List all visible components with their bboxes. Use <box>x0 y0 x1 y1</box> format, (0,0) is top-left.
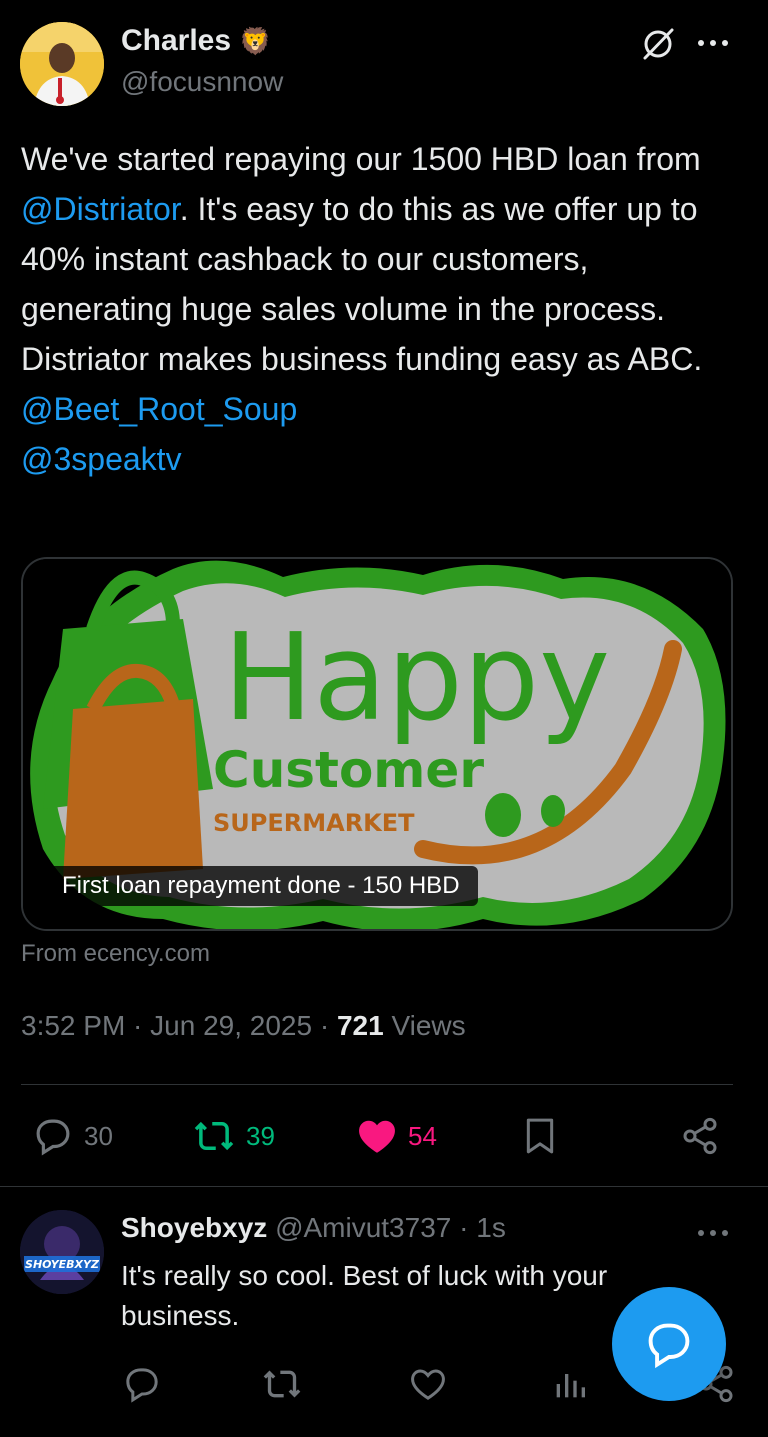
share-icon <box>683 1117 717 1155</box>
reply-icon <box>36 1119 70 1156</box>
reply-button[interactable]: 30 <box>32 1110 113 1162</box>
reply-avatar-text: SHOYEBXYZ <box>25 1258 100 1271</box>
views-icon[interactable] <box>550 1364 590 1404</box>
share-button[interactable] <box>680 1110 720 1162</box>
more-icon[interactable] <box>696 34 730 52</box>
reply-author-name[interactable]: Shoyebxyz <box>121 1212 267 1243</box>
mention-distriator[interactable]: @Distriator <box>21 191 180 227</box>
mention-beet-root-soup[interactable]: @Beet_Root_Soup <box>21 384 741 434</box>
reply-count: 30 <box>84 1120 113 1151</box>
logo-word-supermarket: SUPERMARKET <box>213 809 415 837</box>
tweet-action-bar: 30 39 54 <box>0 1110 768 1162</box>
media-caption: First loan repayment done - 150 HBD <box>44 866 478 906</box>
tweet-text-part-1: We've started repaying our 1500 HBD loan… <box>21 141 701 177</box>
author-name[interactable]: Charles 🦁 <box>121 24 271 58</box>
like-button[interactable]: 54 <box>356 1110 437 1162</box>
like-count: 54 <box>408 1120 437 1151</box>
reply-text: It's really so cool. Best of luck with y… <box>121 1260 608 1331</box>
tweet-meta: 3:52 PM · Jun 29, 2025 · 721 Views <box>21 1010 466 1042</box>
reply-avatar[interactable]: SHOYEBXYZ <box>20 1210 104 1294</box>
bookmark-button[interactable] <box>520 1110 560 1162</box>
reply-repost-icon[interactable] <box>262 1364 302 1404</box>
repost-icon <box>194 1121 234 1151</box>
views-count: 721 <box>336 1010 384 1041</box>
grok-icon[interactable] <box>640 26 676 62</box>
like-icon <box>359 1120 395 1153</box>
author-name-text: Charles <box>121 24 232 57</box>
section-divider <box>0 1186 768 1187</box>
repost-button[interactable]: 39 <box>192 1110 275 1162</box>
reply-reply-icon[interactable] <box>122 1364 162 1404</box>
divider <box>21 1084 733 1085</box>
reply-header: Shoyebxyz @Amivut3737 · 1s <box>121 1212 506 1244</box>
mention-3speaktv[interactable]: @3speaktv <box>21 434 741 484</box>
timestamp[interactable]: 3:52 PM · Jun 29, 2025 · <box>21 1010 337 1041</box>
logo-word-customer: Customer <box>213 741 484 799</box>
tweet-text: We've started repaying our 1500 HBD loan… <box>21 134 741 484</box>
reply-like-icon[interactable] <box>408 1364 448 1404</box>
views-label: Views <box>383 1010 466 1041</box>
compose-reply-button[interactable] <box>612 1287 726 1401</box>
repost-count: 39 <box>246 1120 275 1151</box>
reply-time: · 1s <box>451 1212 506 1243</box>
reply-author-handle[interactable]: @Amivut3737 <box>275 1212 451 1243</box>
bookmark-icon <box>526 1118 554 1154</box>
logo-word-happy: Happy <box>223 609 610 748</box>
source-link[interactable]: From ecency.com <box>21 940 210 968</box>
compose-reply-icon <box>648 1323 690 1369</box>
author-avatar[interactable] <box>20 22 104 106</box>
lion-emoji: 🦁 <box>239 25 272 56</box>
author-handle[interactable]: @focusnnow <box>121 66 283 98</box>
reply-more-icon[interactable] <box>696 1224 730 1242</box>
